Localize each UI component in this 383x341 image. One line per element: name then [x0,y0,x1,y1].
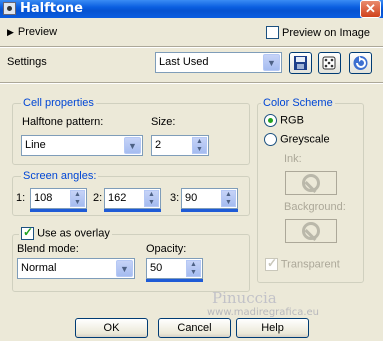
background-color-swatch[interactable] [285,219,337,243]
angle-1-slider[interactable] [30,209,87,212]
reset-arrow-icon [353,56,368,70]
size-label: Size: [151,116,176,128]
angle-3-label: 3: [170,192,180,204]
rgb-label: RGB [280,114,304,127]
window-title: Halftone [20,1,83,16]
preview-label: Preview [17,26,58,38]
blend-mode-value: Normal [21,262,57,274]
angle-2-value: 162 [108,192,127,204]
settings-label: Settings [7,56,47,68]
size-stepper[interactable]: 2 ▲ ▼ [151,135,209,156]
blend-mode-select[interactable]: Normal ▼ [17,258,135,279]
separator [0,82,383,84]
angle-1-stepper[interactable]: 108 ▲ ▼ [30,188,87,212]
reset-button[interactable] [349,52,372,74]
dice-icon [322,56,336,70]
settings-preset-select[interactable]: Last Used ▼ [155,52,282,73]
chevron-down-icon[interactable]: ▼ [116,260,133,277]
cell-properties-title: Cell properties [21,97,96,109]
floppy-disk-icon [294,56,307,70]
transparent-label: Transparent [280,258,340,271]
separator [0,46,383,48]
chevron-down-icon[interactable]: ▼ [124,137,141,154]
ink-color-swatch[interactable] [285,171,337,195]
greyscale-radio[interactable] [264,133,277,146]
transparent-option[interactable]: Transparent [265,256,340,271]
cancel-button[interactable]: Cancel [158,318,231,338]
background-label: Background: [284,201,346,213]
use-as-overlay-checkbox[interactable] [21,225,34,240]
halftone-pattern-value: Line [25,139,46,151]
rgb-radio[interactable] [264,114,277,127]
use-as-overlay-label: Use as overlay [37,227,110,240]
halftone-pattern-select[interactable]: Line ▼ [21,135,143,156]
chevron-down-icon[interactable]: ▼ [263,54,280,71]
halftone-app-icon [3,2,16,15]
use-as-overlay-option[interactable]: Use as overlay [19,225,112,240]
blend-mode-label: Blend mode: [17,243,79,255]
angle-3-value: 90 [185,192,198,204]
spin-arrows-icon[interactable]: ▲ ▼ [192,137,207,154]
spin-arrows-icon[interactable]: ▲ ▼ [70,190,85,207]
save-preset-button[interactable] [289,52,312,74]
opacity-label: Opacity: [146,243,187,255]
spin-arrows-icon[interactable]: ▲ ▼ [186,260,201,277]
preview-on-image-option[interactable]: Preview on Image [266,26,370,39]
preview-on-image-checkbox[interactable] [266,26,279,39]
settings-preset-value: Last Used [159,56,209,68]
transparent-checkbox[interactable] [265,256,278,271]
close-button[interactable]: ✕ [360,0,381,18]
angle-3-slider[interactable] [181,209,238,212]
angle-2-label: 2: [93,192,103,204]
angle-3-stepper[interactable]: 90 ▲ ▼ [181,188,238,212]
angle-1-label: 1: [16,192,26,204]
rgb-option[interactable]: RGB [264,114,304,127]
no-color-icon [302,174,320,192]
title-bar[interactable]: Halftone ✕ [0,0,383,18]
watermark-name: Pinuccia [212,289,277,307]
color-scheme-title: Color Scheme [261,97,335,109]
spin-arrows-icon[interactable]: ▲ ▼ [221,190,236,207]
preview-on-image-label: Preview on Image [282,26,371,39]
help-button[interactable]: Help [236,318,309,338]
angle-1-value: 108 [34,192,53,204]
preview-toggle[interactable]: ▶ Preview [7,26,57,38]
screen-angles-title: Screen angles: [21,170,99,182]
opacity-stepper[interactable]: 50 ▲ ▼ [146,258,203,282]
size-value: 2 [155,139,162,151]
randomize-button[interactable] [318,52,341,74]
angle-2-stepper[interactable]: 162 ▲ ▼ [104,188,161,212]
greyscale-label: Greyscale [280,133,330,146]
opacity-slider[interactable] [146,279,203,282]
angle-2-slider[interactable] [104,209,161,212]
expand-triangle-icon: ▶ [7,27,14,37]
greyscale-option[interactable]: Greyscale [264,133,330,146]
no-color-icon [302,222,320,240]
watermark-url: www.madiregrafica.eu [207,307,320,318]
opacity-value: 50 [150,262,163,274]
halftone-pattern-label: Halftone pattern: [22,116,104,128]
spin-arrows-icon[interactable]: ▲ ▼ [144,190,159,207]
ink-label: Ink: [284,153,302,165]
ok-button[interactable]: OK [75,318,148,338]
